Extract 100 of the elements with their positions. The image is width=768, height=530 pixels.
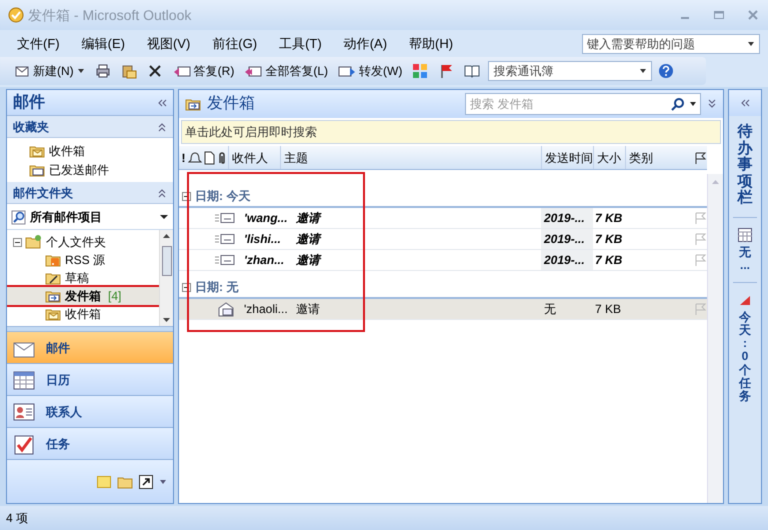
menu-item[interactable]: 工具(T) [274,34,327,54]
menu-item[interactable]: 编辑(E) [76,34,130,54]
search-icon [11,208,27,224]
collapse-left-icon[interactable] [157,98,167,108]
dropdown-arrow-icon[interactable] [746,40,756,48]
menu-item[interactable]: 动作(A) [338,34,392,54]
recipient-cell-text: 'zhan... [243,252,286,269]
sent-time-cell: 2019-... [541,229,593,249]
folder-tree-item[interactable]: 草稿 [7,269,159,287]
section-title: 收藏夹 [13,118,49,136]
section-title: 邮件文件夹 [13,184,73,202]
view-dropdown[interactable]: 所有邮件项目 [7,204,173,230]
subject-cell-text: 邀请 [295,252,322,269]
pane-title: 邮件 [13,92,45,112]
expand-left-icon [740,98,750,108]
message-row[interactable]: 'zhaoli... 邀请 无 7 KB [179,299,707,320]
scrollbar[interactable] [707,174,723,503]
size-column-header[interactable]: 大小 [593,146,625,169]
help-icon[interactable] [658,63,674,79]
flag-outline-icon[interactable] [693,150,707,164]
sent-column-header[interactable]: 发送时间 [541,146,593,169]
calendar-icon [12,368,36,390]
size-cell-text: 7 KB [594,231,624,248]
scrollbar-thumb[interactable] [162,246,172,276]
new-button[interactable]: 新建(N) [12,60,87,82]
address-book-icon [464,63,480,79]
address-book-search-field[interactable]: 搜索通讯簿 [488,61,652,81]
menu-item[interactable]: 视图(V) [142,34,196,54]
collapse-icon[interactable] [13,238,22,246]
recipient-cell-text: 'lishi... [243,231,282,248]
open-envelope-icon [217,301,235,317]
reminder-bell-icon[interactable] [188,150,202,164]
outbox-folder-icon [185,97,201,111]
mail-nav-button[interactable]: 邮件 [7,332,173,364]
size-cell-text: 7 KB [594,301,622,318]
delete-icon [146,63,163,79]
message-row[interactable]: 'zhan... 邀请 2019-... 7 KB [179,250,707,271]
contacts-nav-button[interactable]: 联系人 [7,396,173,428]
instant-search-bar[interactable]: 单击此处可启用即时搜索 [181,120,721,144]
sent-folder-icon [29,162,45,176]
expand-down-icon[interactable] [707,99,717,109]
group-header: 日期: 今天 [195,188,250,205]
subject-cell-text: 邀请 [295,301,321,318]
menu-item[interactable]: 前往(G) [207,34,262,54]
document-icon[interactable] [202,150,216,164]
contact-card-icon [12,400,36,422]
to-column-header[interactable]: 收件人 [228,146,280,169]
task-checklist-icon [12,432,36,454]
draft-folder-icon [45,271,61,285]
envelope-icon [215,233,235,245]
message-row[interactable]: 'lishi... 邀请 2019-... 7 KB [179,229,707,250]
category-grid-icon [412,63,428,79]
dropdown-arrow-icon[interactable] [638,67,648,75]
subject-column-header[interactable]: 主题 [280,146,541,169]
folder-tree-item[interactable]: RSS 源 [7,251,159,269]
search-icon[interactable] [671,97,685,111]
folder-title: 发件箱 [207,94,256,114]
folder-tree-item[interactable]: 发件箱 [4] [7,287,159,305]
sent-time-cell: 2019-... [541,250,593,270]
outlook-logo-icon [8,7,24,23]
category-column-header[interactable]: 类别 [625,146,693,169]
dropdown-arrow-icon[interactable] [689,101,697,107]
group-header: 日期: 无 [195,279,238,296]
favorite-folder-item[interactable]: 已发送邮件 [7,160,173,179]
folders-icon [25,234,43,250]
search-field[interactable]: 搜索 发件箱 [465,93,701,115]
collapse-up-icon[interactable] [157,122,167,132]
folder-tree-item[interactable]: 收件箱 [7,305,159,323]
sent-time-cell-text: 无 [543,301,557,318]
size-cell-text: 7 KB [594,210,624,227]
dropdown-arrow-icon [159,212,169,220]
folder-tree-item[interactable]: 个人文件夹 [7,233,159,251]
clipboard-folder-icon [120,63,137,79]
todo-bar-title: 待办事项栏 [738,124,752,206]
status-bar: 4 项 [0,506,768,530]
subject-cell-text: 邀请 [295,210,322,227]
unread-count: [4] [108,288,122,305]
help-search-field[interactable]: 键入需要帮助的问题 [582,34,760,54]
subject-cell-text: 邀请 [295,231,322,248]
folder-list-icon[interactable] [117,474,133,488]
tasks-nav-button[interactable]: 任务 [7,428,173,460]
menu-item[interactable]: 文件(F) [12,34,65,54]
calendar-icon [738,228,752,242]
menu-item[interactable]: 帮助(H) [404,34,458,54]
forward-button[interactable]: 转发(W) [336,60,404,82]
reply-button[interactable]: 答复(R) [170,60,236,82]
message-row[interactable]: 'wang... 邀请 2019-... 7 KB [179,208,707,229]
scrollbar[interactable] [159,230,173,326]
sent-time-cell: 2019-... [541,208,593,228]
collapse-up-icon[interactable] [157,188,167,198]
calendar-nav-button[interactable]: 日历 [7,364,173,396]
calendar-summary: 无... [739,246,751,272]
favorite-folder-item[interactable]: 收件箱 [7,141,173,160]
expand-button[interactable] [729,90,761,116]
envelope-icon [215,212,235,224]
importance-column-header[interactable]: ! [179,148,188,166]
recipient-cell-text: 'wang... [243,210,289,227]
shortcut-icon[interactable] [139,474,153,488]
outbox-folder-icon [45,289,61,303]
replyall-button[interactable]: 全部答复(L) [242,60,330,82]
